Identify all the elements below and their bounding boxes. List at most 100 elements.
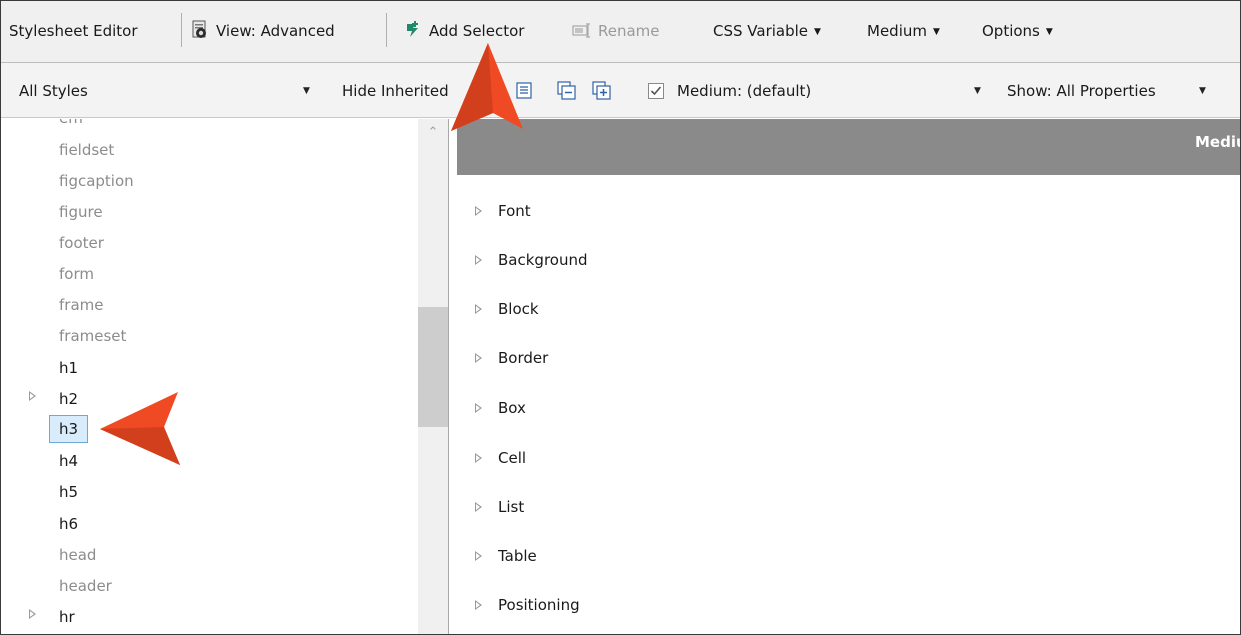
tree-item-label: frameset — [59, 327, 127, 345]
tree-item[interactable]: h1 — [1, 353, 418, 384]
properties-header: Mediu — [457, 119, 1240, 175]
tree-item[interactable]: head — [1, 540, 418, 571]
tree-item-label: h2 — [59, 390, 79, 408]
properties-header-title: Mediu — [1195, 133, 1240, 151]
rename-icon — [572, 23, 590, 38]
tree-item-label: frame — [59, 296, 104, 314]
property-group-label: Positioning — [498, 596, 580, 614]
medium-menu[interactable]: Medium ▼ — [867, 19, 940, 43]
callout-arrow-left-icon — [100, 392, 180, 465]
caret-down-icon: ▼ — [932, 27, 940, 37]
properties-panel: Mediu Font Background Block Border Box Cell Li… — [448, 119, 1240, 634]
property-group-label: Block — [498, 300, 539, 318]
property-group[interactable]: Box — [475, 393, 526, 423]
tree-item[interactable]: frameset — [1, 321, 418, 352]
show-properties-dropdown[interactable]: Show: All Properties — [1007, 75, 1156, 107]
filter-toolbar: All Styles ▼ Hide Inherited Medium: (def… — [1, 63, 1240, 118]
expand-arrow-icon[interactable] — [29, 609, 36, 619]
tree-item-label: h5 — [59, 483, 79, 501]
toolbar-separator — [386, 13, 387, 47]
property-group[interactable]: List — [475, 492, 524, 522]
expand-arrow-icon[interactable] — [475, 403, 482, 413]
expand-arrow-icon[interactable] — [475, 255, 482, 265]
options-menu[interactable]: Options ▼ — [982, 19, 1053, 43]
tree-item[interactable]: header — [1, 571, 418, 602]
tree-item[interactable]: fieldset — [1, 135, 418, 166]
tree-item[interactable]: h3 — [1, 415, 418, 446]
add-selector-icon — [407, 21, 418, 37]
caret-down-icon[interactable]: ▼ — [1199, 75, 1206, 107]
property-group[interactable]: Positioning — [475, 590, 580, 620]
property-group-label: Table — [498, 547, 537, 565]
tree-item[interactable]: h5 — [1, 477, 418, 508]
expand-arrow-icon[interactable] — [475, 502, 482, 512]
tree-item[interactable]: h2 — [1, 384, 418, 415]
add-selector-button[interactable]: Add Selector — [403, 19, 524, 43]
editor-title: Stylesheet Editor — [9, 22, 138, 40]
css-variable-label: CSS Variable — [713, 22, 809, 40]
selector-tree: em fieldset figcaption figure footer form fram… — [1, 119, 418, 634]
tree-item-label: form — [59, 265, 94, 283]
expand-arrow-icon[interactable] — [475, 304, 482, 314]
toolbar-separator — [181, 13, 182, 47]
property-group-label: Box — [498, 399, 526, 417]
property-group[interactable]: Border — [475, 343, 548, 373]
styles-dropdown[interactable]: All Styles — [19, 75, 88, 107]
expand-arrow-icon[interactable] — [29, 391, 36, 401]
caret-down-icon[interactable]: ▼ — [974, 75, 981, 107]
expand-arrow-icon[interactable] — [475, 551, 482, 561]
hide-inherited-label[interactable]: Hide Inherited — [342, 75, 449, 107]
property-group[interactable]: Background — [475, 245, 588, 275]
stylesheet-editor-window: Stylesheet Editor View: Advanced Add Sel… — [0, 0, 1241, 635]
caret-down-icon[interactable]: ▼ — [303, 75, 310, 107]
tree-scrollbar[interactable]: ⌃ — [418, 119, 448, 634]
view-advanced-button[interactable]: View: Advanced — [190, 19, 335, 43]
medium-menu-label: Medium — [867, 22, 927, 40]
tree-item-label: h4 — [59, 452, 79, 470]
css-variable-menu[interactable]: CSS Variable ▼ — [713, 19, 821, 43]
tree-item-label: header — [59, 577, 112, 595]
tree-item[interactable]: h4 — [1, 446, 418, 477]
medium-checkbox[interactable] — [648, 83, 664, 99]
expand-all-icon[interactable] — [592, 81, 612, 101]
tree-item[interactable]: hr — [1, 602, 418, 633]
medium-checkbox-label[interactable]: Medium: (default) — [677, 75, 811, 107]
tree-item[interactable]: figcaption — [1, 166, 418, 197]
tree-item-label: em — [59, 119, 83, 129]
scroll-thumb[interactable] — [418, 307, 448, 427]
caret-down-icon: ▼ — [1045, 27, 1053, 37]
tree-item-label: head — [59, 546, 97, 564]
tree-item[interactable]: frame — [1, 290, 418, 321]
property-group[interactable]: Cell — [475, 443, 526, 473]
tree-item[interactable]: em — [1, 119, 418, 134]
collapse-all-icon[interactable] — [557, 81, 577, 101]
tree-item-label: figcaption — [59, 172, 134, 190]
rename-button[interactable]: Rename — [572, 19, 660, 43]
expand-arrow-icon[interactable] — [475, 600, 482, 610]
add-selector-label: Add Selector — [429, 22, 525, 40]
property-group-label: Border — [498, 349, 549, 367]
tree-item[interactable]: form — [1, 259, 418, 290]
expand-arrow-icon[interactable] — [475, 353, 482, 363]
tree-item-label: hr — [59, 608, 75, 626]
tree-item-label: figure — [59, 203, 103, 221]
tree-item[interactable]: h6 — [1, 509, 418, 540]
property-group-label: Font — [498, 202, 531, 220]
view-advanced-label: View: Advanced — [216, 22, 335, 40]
expand-arrow-icon[interactable] — [475, 206, 482, 216]
property-group-label: List — [498, 498, 525, 516]
expand-arrow-icon[interactable] — [475, 453, 482, 463]
tree-item-label: fieldset — [59, 141, 115, 159]
tree-item-label: h1 — [59, 359, 79, 377]
main-toolbar: Stylesheet Editor View: Advanced Add Sel… — [1, 1, 1240, 63]
property-group[interactable]: Font — [475, 196, 531, 226]
tree-item-label: footer — [59, 234, 104, 252]
tree-item[interactable]: figure — [1, 197, 418, 228]
property-group[interactable]: Block — [475, 294, 539, 324]
property-group[interactable]: Table — [475, 541, 537, 571]
tree-item[interactable]: footer — [1, 228, 418, 259]
callout-arrow-up-icon — [451, 43, 523, 131]
checkmark-icon — [650, 86, 662, 96]
stylesheet-view-icon — [192, 20, 206, 38]
tree-item-label: h3 — [49, 415, 89, 443]
